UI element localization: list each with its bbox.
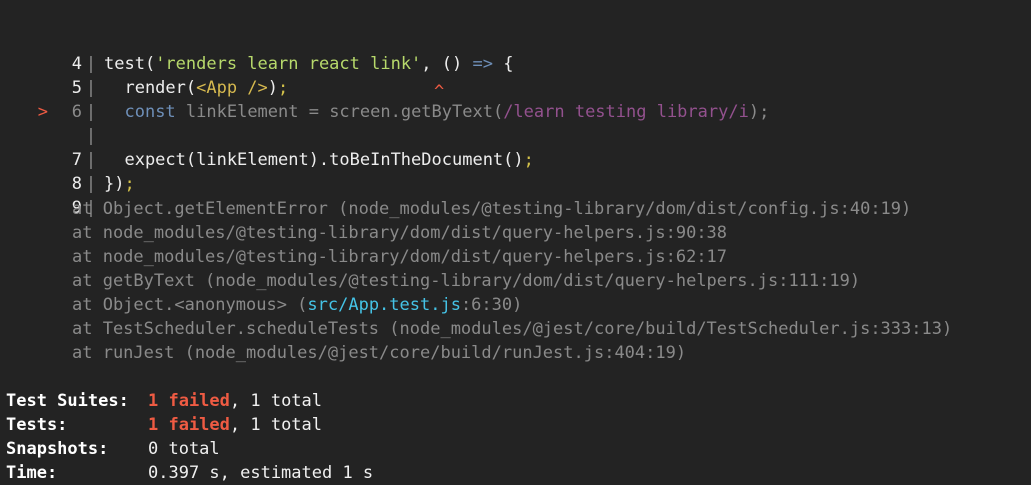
code-line-6-highlighted: >6 | const linkElement = screen.getByText…: [0, 52, 770, 122]
summary-label: Time:: [6, 463, 58, 483]
stack-trace-line: at runJest (node_modules/@jest/core/buil…: [72, 343, 687, 363]
stack-trace-line: at getByText (node_modules/@testing-libr…: [72, 271, 861, 291]
stack-trace-line: at Object.<anonymous> (src/App.test.js:6…: [72, 293, 522, 317]
summary-snapshots: Snapshots: 0 total: [6, 437, 220, 461]
failed-count: 1 failed: [148, 415, 230, 435]
code-line-8: 8 |});: [0, 124, 135, 194]
summary-tests: Tests: 1 failed, 1 total: [6, 413, 322, 437]
code-line-4: 4 | test('renders learn react link', () =>…: [0, 4, 514, 74]
snapshots-value: 0 total: [148, 439, 220, 459]
stack-trace-line: at node_modules/@testing-library/dom/dis…: [72, 223, 728, 243]
code-line-7: 7 | expect(linkElement).toBeInTheDocument…: [0, 100, 534, 170]
stack-trace-prefix: at Object.<anonymous> (: [72, 295, 308, 315]
failed-count: 1 failed: [148, 391, 230, 411]
stack-trace-suffix: :6:30): [460, 295, 523, 315]
code-text: });: [104, 174, 135, 194]
code-line-blank: |: [0, 76, 100, 146]
summary-label: Tests:: [6, 415, 68, 435]
stack-trace-line: at TestScheduler.scheduleTests (node_mod…: [72, 319, 953, 339]
summary-label: Snapshots:: [6, 439, 109, 459]
time-value: 0.397 s, estimated 1 s: [148, 463, 374, 483]
terminal-window: 4 | test('renders learn react link', () =>…: [0, 0, 1031, 485]
code-text: expect(linkElement).toBeInTheDocument();: [104, 150, 534, 170]
summary-time: Time: 0.397 s, estimated 1 s: [6, 461, 373, 485]
stack-trace-line: at Object.getElementError (node_modules/…: [72, 199, 912, 219]
total-count: , 1 total: [229, 415, 323, 435]
source-file-link[interactable]: src/App.test.js: [307, 295, 461, 315]
code-line-9: 9 |: [0, 148, 100, 218]
summary-label: Test Suites:: [6, 391, 129, 411]
summary-test-suites: Test Suites: 1 failed, 1 total: [6, 389, 322, 413]
total-count: , 1 total: [229, 391, 323, 411]
code-line-5: 5 | render(<App />);: [0, 28, 289, 98]
stack-trace-line: at node_modules/@testing-library/dom/dis…: [72, 247, 728, 267]
